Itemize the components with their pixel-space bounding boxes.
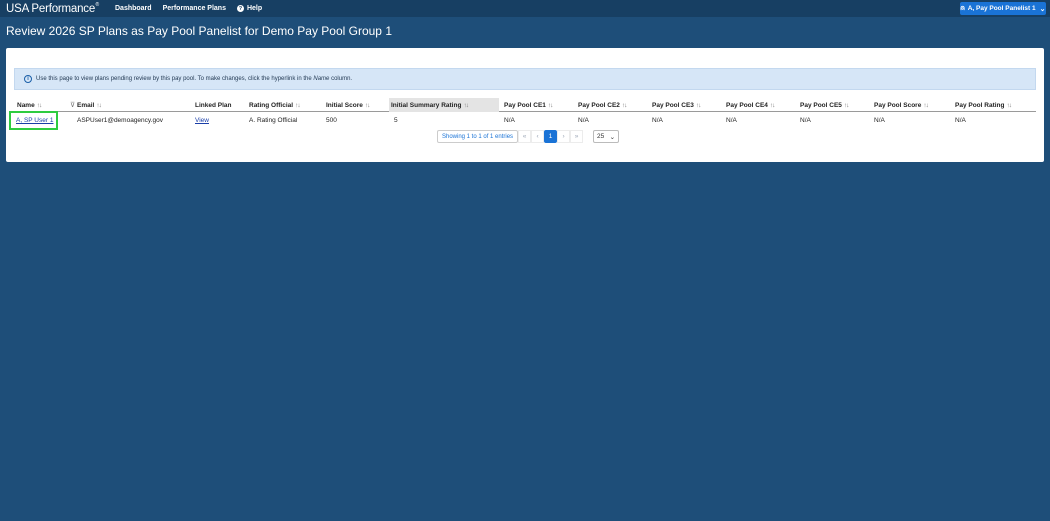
cell-pay-pool-score: N/A [874, 116, 885, 124]
cell-pay-pool-ce1: N/A [504, 116, 515, 124]
cell-pay-pool-rating: N/A [955, 116, 966, 124]
nav-help[interactable]: ? Help [236, 5, 263, 12]
nav-dashboard[interactable]: Dashboard [115, 5, 152, 12]
sort-icon: ↑↓ [463, 101, 468, 109]
column-header-initial-score[interactable]: Initial Score ↑↓ [324, 98, 370, 112]
sort-icon: ↑↓ [295, 101, 300, 109]
column-header-pay-pool-score[interactable]: Pay Pool Score ↑↓ [872, 98, 929, 112]
sort-icon: ↑↓ [769, 101, 775, 109]
name-link[interactable]: A, SP User 1 [16, 117, 53, 124]
brand-registered-mark: ® [95, 1, 100, 8]
cell-pay-pool-ce5: N/A [800, 116, 811, 124]
page-title: Review 2026 SP Plans as Pay Pool Panelis… [6, 24, 392, 38]
user-icon: ⍝ [960, 4, 965, 12]
sort-icon: ↑↓ [364, 101, 370, 109]
nav-help-label: Help [246, 5, 263, 12]
page-size-value: 25 [597, 133, 605, 140]
top-navigation-bar: USA Performance ® Dashboard Performance P… [0, 0, 1050, 17]
cell-email: ASPUser1@demoagency.gov [77, 116, 163, 124]
first-page-button[interactable]: « [518, 130, 532, 143]
sort-icon: ↑↓ [547, 101, 553, 109]
content-card: i Use this page to view plans pending re… [6, 48, 1044, 162]
user-menu-label: A, Pay Pool Panelist 1 [967, 5, 1036, 12]
sort-icon: ↑↓ [621, 101, 627, 109]
column-header-pay-pool-ce1[interactable]: Pay Pool CE1 ↑↓ [502, 98, 553, 112]
user-menu-button[interactable]: ⍝ A, Pay Pool Panelist 1 ⌄ [960, 2, 1046, 15]
column-header-rating-official[interactable]: Rating Official ↑↓ [247, 98, 300, 112]
main-nav: Dashboard Performance Plans ? Help [115, 5, 273, 12]
chevron-down-icon: ⌄ [609, 133, 616, 141]
column-header-initial-summary-rating[interactable]: Initial Summary Rating ↑↓ [389, 98, 499, 112]
sort-icon: ↑↓ [1006, 101, 1011, 109]
column-header-linked-plan: Linked Plan [195, 101, 232, 109]
last-page-button[interactable]: » [570, 130, 584, 143]
column-header-name[interactable]: Name ↑↓ [15, 98, 42, 112]
linked-plan-view-link[interactable]: View [193, 113, 209, 127]
cell-pay-pool-ce4: N/A [726, 116, 737, 124]
pagination: Showing 1 to 1 of 1 entries « ‹ 1 › » 25… [437, 130, 620, 143]
page-size-select[interactable]: 25 ⌄ [593, 130, 620, 143]
next-page-button[interactable]: › [557, 130, 571, 143]
sort-icon: ↑↓ [96, 101, 101, 109]
cell-initial-score: 500 [326, 116, 337, 124]
column-header-pay-pool-rating[interactable]: Pay Pool Rating ↑↓ [953, 98, 1012, 112]
chevron-down-icon: ⌄ [1039, 5, 1046, 13]
column-header-pay-pool-ce4[interactable]: Pay Pool CE4 ↑↓ [724, 98, 775, 112]
sort-icon: ↑↓ [695, 101, 701, 109]
brand-text: USA Performance [6, 2, 96, 15]
current-page-button[interactable]: 1 [544, 130, 558, 143]
table-header-row: Name ↑↓ ⊽ Email ↑↓ Linked Plan Rating Offi… [14, 98, 1036, 112]
sort-icon: ↑↓ [843, 101, 849, 109]
cell-pay-pool-ce2: N/A [578, 116, 589, 124]
sort-icon: ↑↓ [923, 101, 928, 109]
table-row: ASPUser1@demoagency.gov View A. Rating O… [14, 113, 1036, 127]
sort-icon: ↑↓ [36, 101, 42, 109]
cell-pay-pool-ce3: N/A [652, 116, 663, 124]
info-banner-text: Use this page to view plans pending revi… [36, 76, 353, 82]
cell-initial-summary-rating: 5 [394, 116, 398, 124]
pagination-info: Showing 1 to 1 of 1 entries [437, 130, 519, 143]
info-banner: i Use this page to view plans pending re… [14, 68, 1036, 90]
app-brand[interactable]: USA Performance ® [6, 2, 99, 15]
column-header-pay-pool-ce2[interactable]: Pay Pool CE2 ↑↓ [576, 98, 627, 112]
nav-performance-plans[interactable]: Performance Plans [163, 5, 226, 12]
column-header-email[interactable]: Email ↑↓ [75, 98, 102, 112]
cell-rating-official: A. Rating Official [249, 116, 298, 124]
highlighted-name-cell: A, SP User 1 [9, 111, 58, 130]
column-header-pay-pool-ce5[interactable]: Pay Pool CE5 ↑↓ [798, 98, 849, 112]
help-icon: ? [236, 5, 244, 12]
info-icon: i [24, 75, 32, 83]
previous-page-button[interactable]: ‹ [531, 130, 545, 143]
column-header-pay-pool-ce3[interactable]: Pay Pool CE3 ↑↓ [650, 98, 701, 112]
